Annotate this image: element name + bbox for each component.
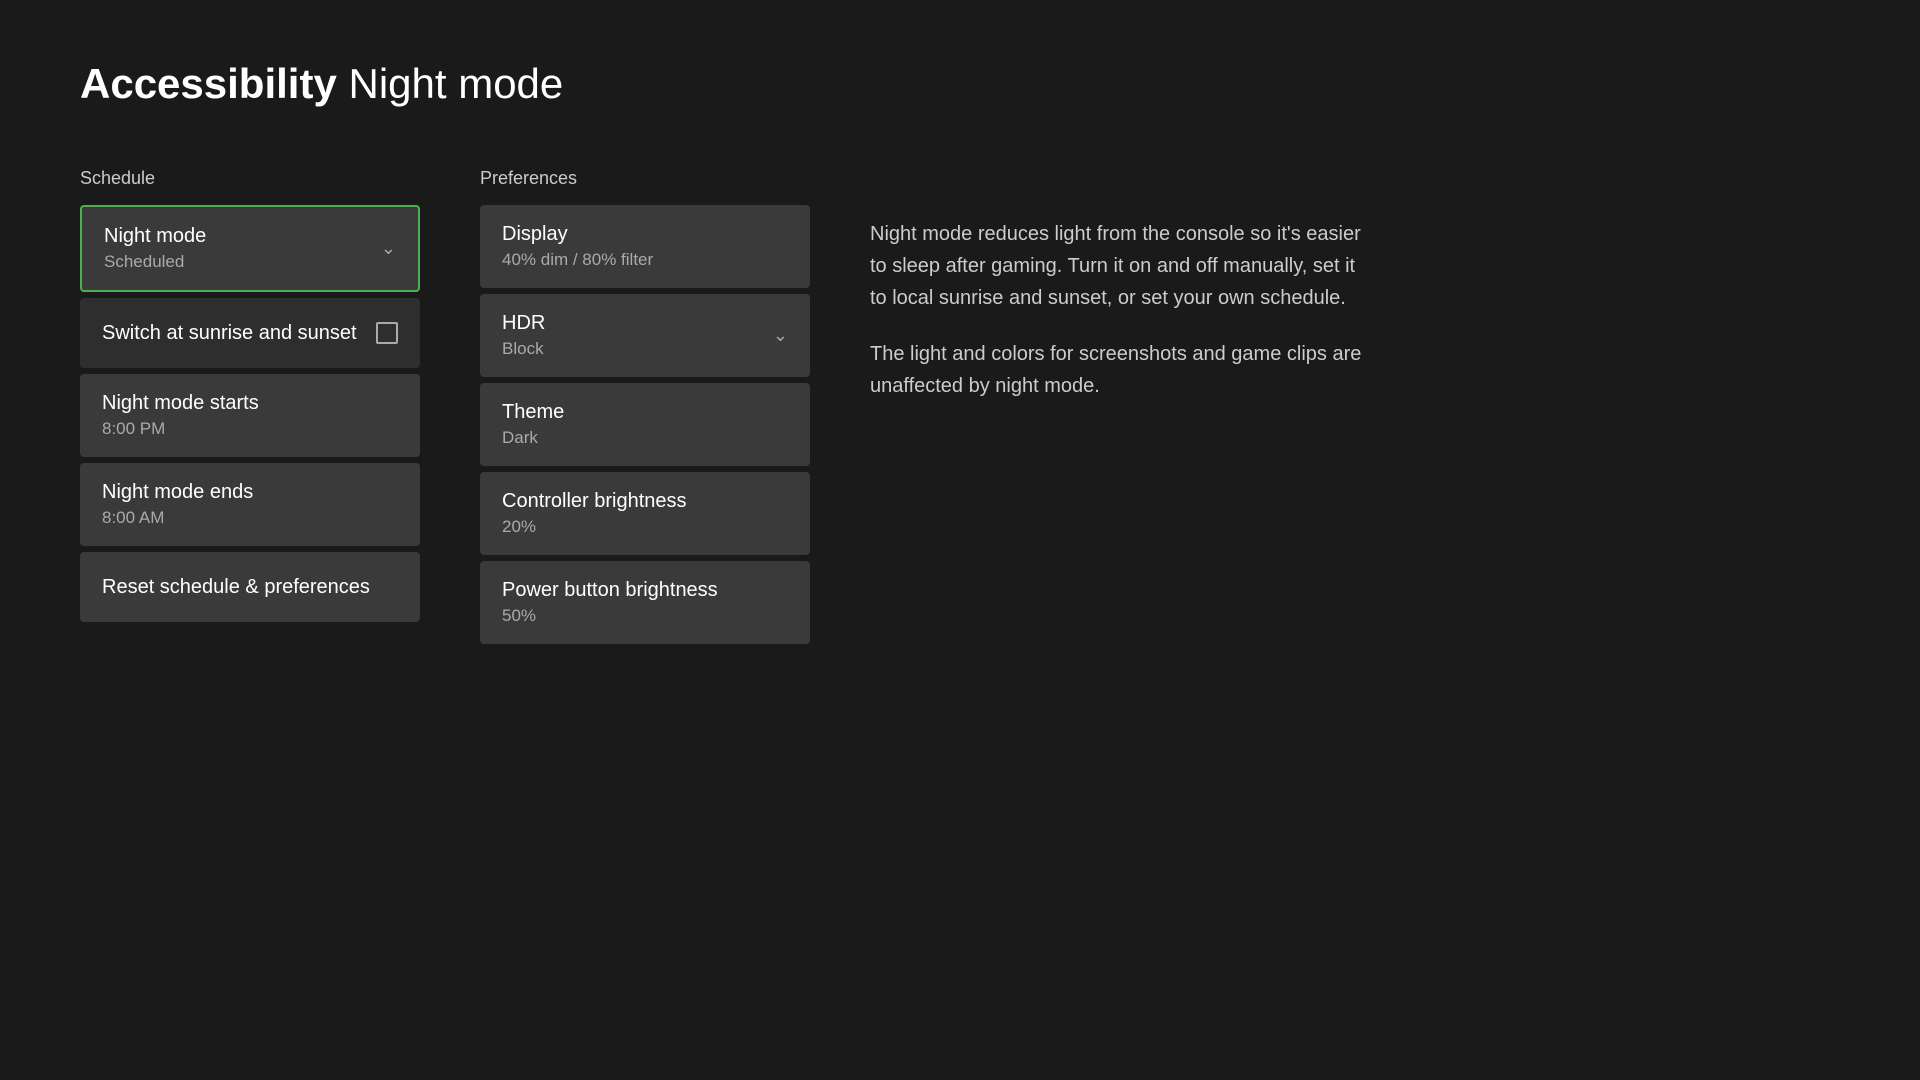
theme-value: Dark: [502, 428, 564, 448]
page-title-bold: Accessibility: [80, 60, 337, 107]
display-item[interactable]: Display 40% dim / 80% filter: [480, 205, 810, 288]
theme-content: Theme Dark: [502, 401, 564, 448]
info-text: Night mode reduces light from the consol…: [870, 218, 1370, 402]
night-mode-starts-content: Night mode starts 8:00 PM: [102, 392, 259, 439]
info-column: Night mode reduces light from the consol…: [870, 168, 1370, 402]
theme-title: Theme: [502, 401, 564, 424]
info-paragraph-1: Night mode reduces light from the consol…: [870, 218, 1370, 314]
schedule-section-label: Schedule: [80, 168, 420, 189]
page-title-light: Night mode: [348, 60, 563, 107]
page-title: Accessibility Night mode: [80, 60, 1840, 108]
theme-item[interactable]: Theme Dark: [480, 383, 810, 466]
controller-brightness-item[interactable]: Controller brightness 20%: [480, 472, 810, 555]
hdr-title: HDR: [502, 312, 545, 335]
hdr-item[interactable]: HDR Block ⌄: [480, 294, 810, 377]
controller-brightness-content: Controller brightness 20%: [502, 490, 687, 537]
night-mode-item[interactable]: Night mode Scheduled ⌄: [80, 205, 420, 292]
night-mode-ends-content: Night mode ends 8:00 AM: [102, 481, 253, 528]
night-mode-ends-time: 8:00 AM: [102, 508, 253, 528]
schedule-column: Schedule Night mode Scheduled ⌄ Switch a…: [80, 168, 420, 628]
display-title: Display: [502, 223, 653, 246]
night-mode-starts-item[interactable]: Night mode starts 8:00 PM: [80, 374, 420, 457]
power-button-brightness-content: Power button brightness 50%: [502, 579, 718, 626]
info-paragraph-2: The light and colors for screenshots and…: [870, 338, 1370, 402]
page-container: Accessibility Night mode Schedule Night …: [0, 0, 1920, 710]
power-button-brightness-title: Power button brightness: [502, 579, 718, 602]
hdr-chevron-icon: ⌄: [773, 325, 788, 346]
display-content: Display 40% dim / 80% filter: [502, 223, 653, 270]
reset-item[interactable]: Reset schedule & preferences: [80, 552, 420, 622]
power-button-brightness-item[interactable]: Power button brightness 50%: [480, 561, 810, 644]
night-mode-ends-item[interactable]: Night mode ends 8:00 AM: [80, 463, 420, 546]
content-area: Schedule Night mode Scheduled ⌄ Switch a…: [80, 168, 1840, 650]
night-mode-subtitle: Scheduled: [104, 252, 206, 272]
reset-title: Reset schedule & preferences: [102, 576, 370, 599]
preferences-column: Preferences Display 40% dim / 80% filter…: [480, 168, 810, 650]
switch-sunrise-title: Switch at sunrise and sunset: [102, 322, 357, 345]
night-mode-starts-title: Night mode starts: [102, 392, 259, 415]
reset-content: Reset schedule & preferences: [102, 576, 370, 599]
night-mode-starts-time: 8:00 PM: [102, 419, 259, 439]
display-value: 40% dim / 80% filter: [502, 250, 653, 270]
controller-brightness-title: Controller brightness: [502, 490, 687, 513]
night-mode-title: Night mode: [104, 225, 206, 248]
preferences-section-label: Preferences: [480, 168, 810, 189]
power-button-brightness-value: 50%: [502, 606, 718, 626]
switch-sunrise-checkbox[interactable]: [376, 322, 398, 344]
night-mode-content: Night mode Scheduled: [104, 225, 206, 272]
switch-sunrise-item[interactable]: Switch at sunrise and sunset: [80, 298, 420, 368]
night-mode-chevron-icon: ⌄: [381, 238, 396, 259]
controller-brightness-value: 20%: [502, 517, 687, 537]
hdr-content: HDR Block: [502, 312, 545, 359]
night-mode-ends-title: Night mode ends: [102, 481, 253, 504]
hdr-value: Block: [502, 339, 545, 359]
